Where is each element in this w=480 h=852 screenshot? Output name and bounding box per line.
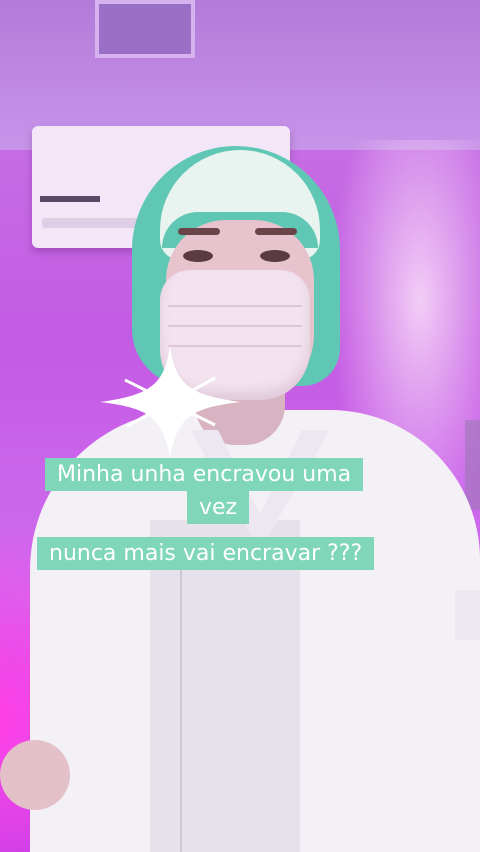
sparkle-icon bbox=[100, 345, 240, 458]
right-eye bbox=[260, 250, 290, 262]
caption-line-2: vez bbox=[187, 491, 250, 524]
mask-pleat bbox=[168, 305, 302, 307]
ceiling-vent bbox=[95, 0, 195, 58]
left-eye bbox=[183, 250, 213, 262]
coat-seam bbox=[180, 560, 182, 852]
video-frame: Minha unha encravou uma vez nunca mais v… bbox=[0, 0, 480, 852]
air-conditioner-logo bbox=[40, 196, 100, 202]
left-eyebrow bbox=[178, 228, 220, 235]
mask-pleat bbox=[168, 325, 302, 327]
hand bbox=[0, 740, 70, 810]
caption-line-3: nunca mais vai encravar ??? bbox=[37, 537, 375, 570]
right-eyebrow bbox=[255, 228, 297, 235]
shelf bbox=[465, 420, 480, 510]
caption-line-1: Minha unha encravou uma bbox=[45, 458, 364, 491]
coat-badge bbox=[455, 590, 480, 640]
